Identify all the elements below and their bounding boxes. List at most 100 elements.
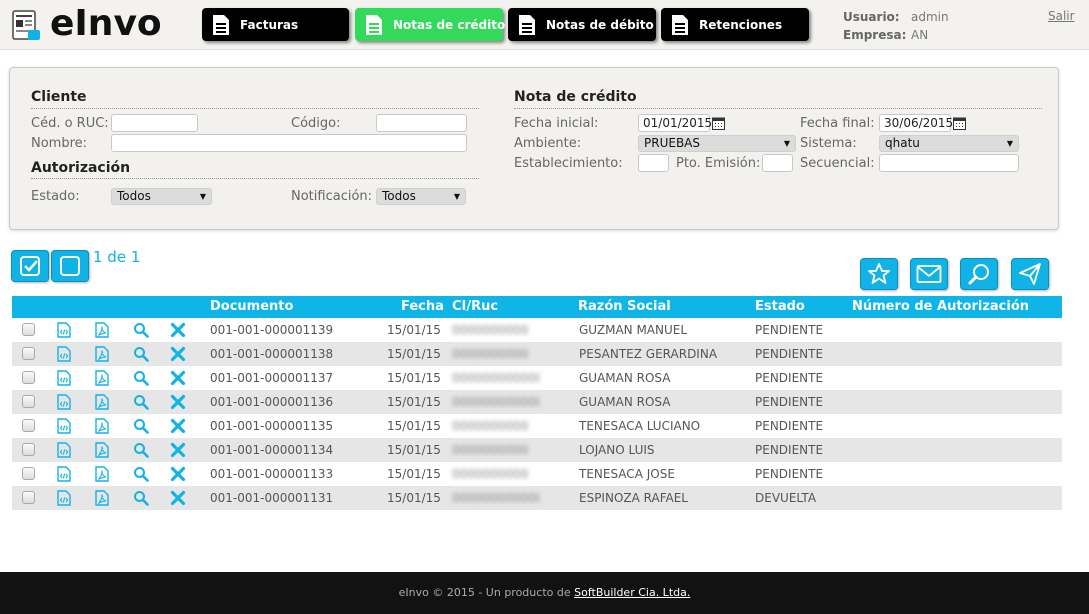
view-search-icon[interactable] [133,370,149,386]
paper-plane-icon [1019,263,1041,285]
view-search-icon[interactable] [133,418,149,434]
calendar-icon[interactable] [712,116,725,130]
footer-company-link[interactable]: SoftBuilder Cia. Ltda. [574,586,690,599]
pdf-file-icon[interactable] [94,490,110,506]
search-icon [968,264,989,285]
document-icon [366,14,382,35]
ruc-input[interactable] [111,114,198,132]
estado-select[interactable]: Todos ▼ [111,188,212,205]
xml-file-icon[interactable] [56,442,72,458]
pdf-file-icon[interactable] [94,346,110,362]
pdf-file-icon[interactable] [94,442,110,458]
section-title-autorizacion: Autorización [31,160,131,176]
delete-x-icon[interactable] [170,370,186,386]
header-estado[interactable]: Estado [755,299,805,314]
table-row: 001-001-000001131 15/01/15 0000000000001 ES… [12,486,1062,510]
header-razon[interactable]: Razón Social [578,299,671,314]
envelope-icon [916,265,942,283]
xml-file-icon[interactable] [56,370,72,386]
cell-fecha: 15/01/15 [387,419,441,433]
pdf-file-icon[interactable] [94,322,110,338]
select-all-button[interactable] [11,250,49,282]
calendar-icon[interactable] [953,116,966,130]
row-checkbox[interactable] [22,347,35,360]
cell-estado: PENDIENTE [755,467,824,481]
logout-link[interactable]: Salir [1048,9,1075,23]
header-documento[interactable]: Documento [210,299,293,314]
pdf-file-icon[interactable] [94,418,110,434]
fecha-final-input[interactable]: 30/06/2015 [879,114,966,132]
cell-ciruc: 0000000000 [452,323,529,336]
nav-notas-credito[interactable]: Notas de crédito [355,8,505,41]
xml-file-icon[interactable] [56,322,72,338]
view-search-icon[interactable] [133,394,149,410]
cell-ciruc: 0000000000 [452,347,529,360]
app-logo[interactable]: eInvo [12,3,162,44]
secuencial-input[interactable] [879,154,1019,172]
establecimiento-input[interactable] [638,154,669,172]
cell-fecha: 15/01/15 [387,443,441,457]
view-search-icon[interactable] [133,490,149,506]
xml-file-icon[interactable] [56,490,72,506]
divider [31,178,479,179]
notificacion-select[interactable]: Todos ▼ [376,188,466,205]
codigo-input[interactable] [376,114,467,132]
cell-documento: 001-001-000001136 [210,395,334,409]
row-checkbox[interactable] [22,323,35,336]
view-search-icon[interactable] [133,346,149,362]
row-checkbox[interactable] [22,419,35,432]
xml-file-icon[interactable] [56,346,72,362]
header-fecha[interactable]: Fecha [401,299,444,314]
view-search-icon[interactable] [133,322,149,338]
search-button[interactable] [960,258,998,290]
pto-emision-input[interactable] [762,154,793,172]
checkbox-checked-icon [20,256,40,276]
nav-notas-debito[interactable]: Notas de débito [508,8,656,41]
pdf-file-icon[interactable] [94,466,110,482]
cell-fecha: 15/01/15 [387,467,441,481]
company-value: AN [911,28,929,42]
cell-fecha: 15/01/15 [387,491,441,505]
delete-x-icon[interactable] [170,322,186,338]
view-search-icon[interactable] [133,442,149,458]
table-row: 001-001-000001139 15/01/15 0000000000 GUZMA… [12,318,1062,342]
xml-file-icon[interactable] [56,466,72,482]
cell-ciruc: 0000000000001 [452,395,540,408]
cell-ciruc: 0000000000001 [452,491,540,504]
user-value: admin [911,10,949,24]
deselect-all-button[interactable] [51,250,89,282]
row-checkbox[interactable] [22,395,35,408]
row-checkbox[interactable] [22,467,35,480]
xml-file-icon[interactable] [56,394,72,410]
view-search-icon[interactable] [133,466,149,482]
cell-documento: 001-001-000001131 [210,491,334,505]
delete-x-icon[interactable] [170,490,186,506]
delete-x-icon[interactable] [170,442,186,458]
cell-documento: 001-001-000001137 [210,371,334,385]
row-checkbox[interactable] [22,491,35,504]
nav-retenciones[interactable]: Retenciones [661,8,809,41]
pdf-file-icon[interactable] [94,394,110,410]
cell-fecha: 15/01/15 [387,371,441,385]
ambiente-select[interactable]: PRUEBAS ▼ [638,135,796,152]
nav-facturas[interactable]: Facturas [202,8,349,41]
ambiente-label: Ambiente: [514,136,582,151]
delete-x-icon[interactable] [170,418,186,434]
email-button[interactable] [910,258,948,290]
fecha-inicial-input[interactable]: 01/01/2015 [638,114,725,132]
header-autorizacion[interactable]: Número de Autorización [852,299,1029,314]
nombre-input[interactable] [111,134,467,152]
row-checkbox[interactable] [22,443,35,456]
send-button[interactable] [1011,258,1049,290]
delete-x-icon[interactable] [170,394,186,410]
pdf-file-icon[interactable] [94,370,110,386]
delete-x-icon[interactable] [170,346,186,362]
ruc-label: Céd. o RUC: [31,116,109,131]
xml-file-icon[interactable] [56,418,72,434]
sistema-select[interactable]: qhatu ▼ [879,135,1019,152]
nav-label: Retenciones [699,17,783,32]
header-ciruc[interactable]: CI/Ruc [452,299,498,314]
delete-x-icon[interactable] [170,466,186,482]
row-checkbox[interactable] [22,371,35,384]
favorite-button[interactable] [860,258,898,290]
